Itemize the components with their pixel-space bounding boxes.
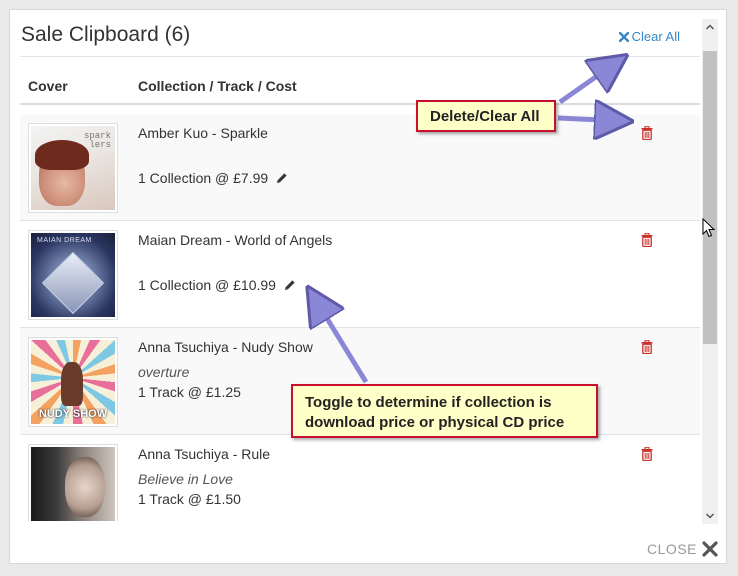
pencil-icon[interactable]	[284, 279, 296, 291]
sale-clipboard-modal: Sale Clipboard (6) Clear All Cover Colle…	[9, 9, 727, 564]
modal-title: Sale Clipboard (6)	[21, 23, 191, 46]
table-row: Anna Tsuchiya - Rule Believe in Love 1 T…	[20, 435, 700, 521]
trash-icon[interactable]	[641, 447, 653, 461]
item-price: 1 Track @ £1.25	[138, 384, 241, 400]
cover-text: NUDY SHOW	[38, 408, 108, 420]
item-price: 1 Track @ £1.50	[138, 491, 241, 507]
item-price-text: 1 Collection @ £7.99	[138, 170, 269, 186]
item-price: 1 Collection @ £10.99	[138, 277, 296, 293]
album-cover: MAIAN DREAM	[28, 230, 118, 320]
item-price: 1 Collection @ £7.99	[138, 170, 288, 186]
item-title: Maian Dream - World of Angels	[138, 232, 333, 248]
table-header: Cover Collection / Track / Cost	[20, 58, 700, 105]
pencil-icon[interactable]	[276, 172, 288, 184]
item-track-name: Believe in Love	[138, 471, 233, 487]
clipboard-scroll-area[interactable]: Sale Clipboard (6) Clear All Cover Colle…	[20, 10, 700, 521]
table-row: spark lers Amber Kuo - Sparkle 1 Collect…	[20, 114, 700, 221]
toggle-callout: Toggle to determine if collection is dow…	[291, 384, 598, 438]
delete-callout: Delete/Clear All	[416, 100, 556, 132]
cover-text: MAIAN DREAM	[37, 237, 92, 244]
item-price-text: 1 Track @ £1.25	[138, 384, 241, 400]
scroll-up-arrow-icon[interactable]	[705, 23, 715, 31]
column-cover: Cover	[28, 78, 68, 94]
trash-icon[interactable]	[641, 126, 653, 140]
album-cover: NUDY SHOW	[28, 337, 118, 427]
vertical-scrollbar[interactable]	[702, 19, 718, 524]
cover-text: spark lers	[83, 131, 111, 150]
scrollbar-thumb[interactable]	[703, 51, 717, 344]
close-x-icon	[702, 541, 718, 557]
modal-header: Sale Clipboard (6) Clear All	[20, 10, 700, 57]
close-icon	[618, 31, 629, 42]
trash-icon[interactable]	[641, 233, 653, 247]
trash-icon[interactable]	[641, 340, 653, 354]
mouse-cursor-icon	[702, 218, 716, 238]
item-title: Amber Kuo - Sparkle	[138, 125, 268, 141]
table-row: MAIAN DREAM Maian Dream - World of Angel…	[20, 221, 700, 328]
album-cover: spark lers	[28, 123, 118, 213]
clear-all-label: Clear All	[631, 29, 680, 44]
clear-all-button[interactable]: Clear All	[618, 29, 680, 44]
item-price-text: 1 Collection @ £10.99	[138, 277, 276, 293]
item-price-text: 1 Track @ £1.50	[138, 491, 241, 507]
album-cover	[28, 444, 118, 521]
item-title: Anna Tsuchiya - Nudy Show	[138, 339, 313, 355]
close-label: CLOSE	[647, 541, 697, 557]
scroll-down-arrow-icon[interactable]	[705, 512, 715, 520]
item-track-name: overture	[138, 364, 190, 380]
close-button[interactable]: CLOSE	[647, 541, 718, 557]
column-collection-track-cost: Collection / Track / Cost	[138, 78, 297, 94]
item-title: Anna Tsuchiya - Rule	[138, 446, 271, 462]
